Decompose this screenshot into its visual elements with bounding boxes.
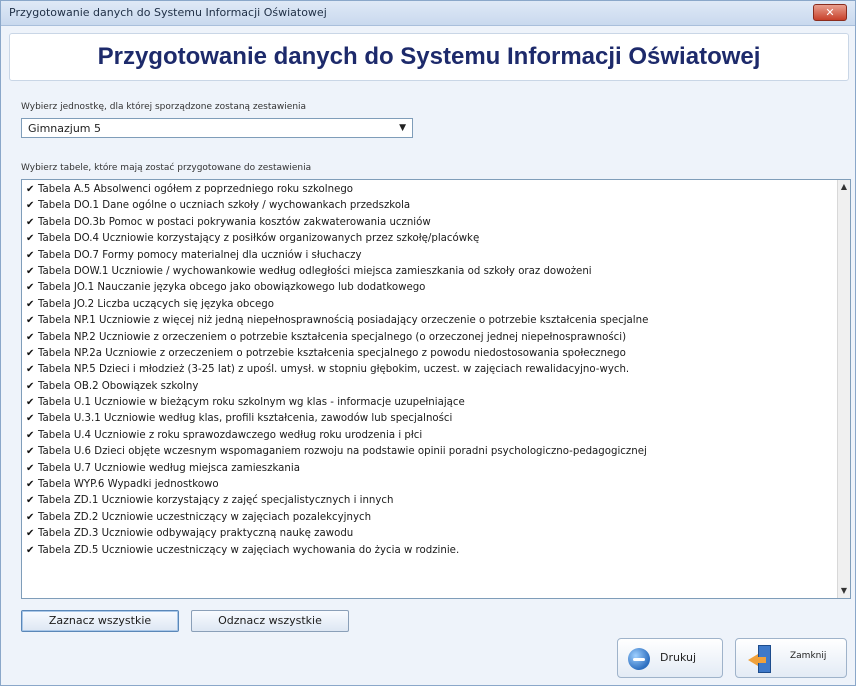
- close-icon: ✕: [825, 6, 835, 19]
- list-item-label: Tabela U.4 Uczniowie z roku sprawozdawcz…: [38, 429, 423, 441]
- deselect-all-button[interactable]: Odznacz wszystkie: [191, 610, 349, 632]
- list-item[interactable]: ✔ Tabela OB.2 Obowiązek szkolny: [26, 379, 832, 395]
- list-scrollbar[interactable]: ▲ ▼: [837, 180, 850, 598]
- list-item-label: Tabela DO.3b Pomoc w postaci pokrywania …: [38, 216, 431, 228]
- checkmark-icon[interactable]: ✔: [26, 330, 38, 346]
- close-button-label: Zamknij: [790, 651, 827, 661]
- list-item[interactable]: ✔ Tabela ZD.2 Uczniowie uczestniczący w z…: [26, 510, 832, 526]
- checkmark-icon[interactable]: ✔: [26, 248, 38, 264]
- checkmark-icon[interactable]: ✔: [26, 395, 38, 411]
- list-item-label: Tabela NP.1 Uczniowie z więcej niż jedną…: [38, 315, 649, 327]
- list-item-label: Tabela DO.1 Dane ogólne o uczniach szkoł…: [38, 200, 411, 212]
- checkmark-icon[interactable]: ✔: [26, 477, 38, 493]
- list-item[interactable]: ✔ Tabela U.1 Uczniowie w bieżącym roku sz…: [26, 395, 832, 411]
- print-button-label: Drukuj: [660, 651, 697, 664]
- list-item[interactable]: ✔ Tabela A.5 Absolwenci ogółem z poprzedn…: [26, 182, 832, 198]
- list-item-label: Tabela JO.1 Nauczanie języka obcego jako…: [38, 282, 426, 294]
- list-item[interactable]: ✔ Tabela DO.1 Dane ogólne o uczniach szko…: [26, 198, 832, 214]
- checkmark-icon[interactable]: ✔: [26, 264, 38, 280]
- unit-select-value: Gimnazjum 5: [28, 122, 102, 135]
- list-item[interactable]: ✔ Tabela WYP.6 Wypadki jednostkowo: [26, 477, 832, 493]
- checkmark-icon[interactable]: ✔: [26, 182, 38, 198]
- checkmark-icon[interactable]: ✔: [26, 411, 38, 427]
- close-button[interactable]: Zamknij: [735, 638, 847, 678]
- list-item[interactable]: ✔ Tabela DO.3b Pomoc w postaci pokrywania…: [26, 215, 832, 231]
- checkmark-icon[interactable]: ✔: [26, 280, 38, 296]
- list-item-label: Tabela ZD.2 Uczniowie uczestniczący w za…: [38, 511, 372, 523]
- list-item[interactable]: ✔ Tabela ZD.5 Uczniowie uczestniczący w z…: [26, 543, 832, 559]
- list-item-label: Tabela DO.4 Uczniowie korzystający z pos…: [38, 233, 480, 245]
- checkmark-icon[interactable]: ✔: [26, 231, 38, 247]
- checkmark-icon[interactable]: ✔: [26, 297, 38, 313]
- window-close-button[interactable]: ✕: [813, 4, 847, 21]
- select-all-button[interactable]: Zaznacz wszystkie: [21, 610, 179, 632]
- list-item[interactable]: ✔ Tabela ZD.1 Uczniowie korzystający z za…: [26, 493, 832, 509]
- list-item-label: Tabela NP.2a Uczniowie z orzeczeniem o p…: [38, 347, 626, 359]
- list-item[interactable]: ✔ Tabela U.6 Dzieci objęte wczesnym wspom…: [26, 444, 832, 460]
- scroll-down-icon[interactable]: ▼: [838, 584, 850, 598]
- page-title: Przygotowanie danych do Systemu Informac…: [97, 43, 761, 70]
- list-item[interactable]: ✔ Tabela NP.5 Dzieci i młodzież (3-25 lat…: [26, 362, 832, 378]
- exit-door-icon: [748, 645, 772, 673]
- window-title: Przygotowanie danych do Systemu Informac…: [9, 6, 327, 19]
- list-item-label: Tabela U.1 Uczniowie w bieżącym roku szk…: [38, 397, 465, 409]
- unit-select-label: Wybierz jednostkę, dla której sporządzon…: [21, 102, 307, 112]
- list-item[interactable]: ✔ Tabela DO.4 Uczniowie korzystający z po…: [26, 231, 832, 247]
- list-item[interactable]: ✔ Tabela DO.7 Formy pomocy materialnej dl…: [26, 248, 832, 264]
- list-item-label: Tabela U.6 Dzieci objęte wczesnym wspoma…: [38, 446, 647, 458]
- list-item-label: Tabela U.3.1 Uczniowie według klas, prof…: [38, 413, 453, 425]
- list-item[interactable]: ✔ Tabela DOW.1 Uczniowie / wychowankowie …: [26, 264, 832, 280]
- list-item-label: Tabela U.7 Uczniowie według miejsca zami…: [38, 462, 300, 474]
- chevron-down-icon[interactable]: ▼: [399, 123, 406, 133]
- tables-checklist[interactable]: ✔ Tabela A.5 Absolwenci ogółem z poprzedn…: [21, 179, 851, 599]
- list-item[interactable]: ✔ Tabela NP.2a Uczniowie z orzeczeniem o …: [26, 346, 832, 362]
- checkmark-icon[interactable]: ✔: [26, 510, 38, 526]
- list-item-label: Tabela OB.2 Obowiązek szkolny: [38, 380, 199, 392]
- print-button[interactable]: Drukuj: [617, 638, 723, 678]
- checkmark-icon[interactable]: ✔: [26, 428, 38, 444]
- list-item[interactable]: ✔ Tabela JO.2 Liczba uczących się języka …: [26, 297, 832, 313]
- list-item[interactable]: ✔ Tabela NP.2 Uczniowie z orzeczeniem o p…: [26, 330, 832, 346]
- dialog-window: Przygotowanie danych do Systemu Informac…: [0, 0, 856, 686]
- checkmark-icon[interactable]: ✔: [26, 444, 38, 460]
- list-item[interactable]: ✔ Tabela U.7 Uczniowie według miejsca zam…: [26, 461, 832, 477]
- scroll-up-icon[interactable]: ▲: [838, 180, 850, 194]
- print-globe-icon: [628, 648, 650, 670]
- list-item-label: Tabela ZD.1 Uczniowie korzystający z zaj…: [38, 495, 394, 507]
- list-item-label: Tabela ZD.3 Uczniowie odbywający praktyc…: [38, 528, 354, 540]
- checkmark-icon[interactable]: ✔: [26, 362, 38, 378]
- unit-select-dropdown[interactable]: Gimnazjum 5 ▼: [21, 118, 413, 138]
- checkmark-icon[interactable]: ✔: [26, 215, 38, 231]
- tables-list: ✔ Tabela A.5 Absolwenci ogółem z poprzedn…: [26, 182, 832, 559]
- header-banner: Przygotowanie danych do Systemu Informac…: [9, 33, 849, 81]
- list-item-label: Tabela DOW.1 Uczniowie / wychowankowie w…: [38, 265, 592, 277]
- list-item[interactable]: ✔ Tabela ZD.3 Uczniowie odbywający prakty…: [26, 526, 832, 542]
- title-bar: Przygotowanie danych do Systemu Informac…: [1, 1, 855, 26]
- checkmark-icon[interactable]: ✔: [26, 461, 38, 477]
- checkmark-icon[interactable]: ✔: [26, 346, 38, 362]
- checkmark-icon[interactable]: ✔: [26, 493, 38, 509]
- list-item-label: Tabela DO.7 Formy pomocy materialnej dla…: [38, 249, 362, 261]
- list-item[interactable]: ✔ Tabela U.4 Uczniowie z roku sprawozdawc…: [26, 428, 832, 444]
- list-item-label: Tabela NP.2 Uczniowie z orzeczeniem o po…: [38, 331, 627, 343]
- checkmark-icon[interactable]: ✔: [26, 379, 38, 395]
- tables-label: Wybierz tabele, które mają zostać przygo…: [21, 163, 312, 173]
- list-item-label: Tabela WYP.6 Wypadki jednostkowo: [38, 479, 219, 491]
- list-item-label: Tabela NP.5 Dzieci i młodzież (3-25 lat)…: [38, 364, 630, 376]
- checkmark-icon[interactable]: ✔: [26, 526, 38, 542]
- list-item[interactable]: ✔ Tabela U.3.1 Uczniowie według klas, pro…: [26, 411, 832, 427]
- checkmark-icon[interactable]: ✔: [26, 543, 38, 559]
- checkmark-icon[interactable]: ✔: [26, 313, 38, 329]
- list-item[interactable]: ✔ Tabela JO.1 Nauczanie języka obcego jak…: [26, 280, 832, 296]
- list-item-label: Tabela JO.2 Liczba uczących się języka o…: [38, 298, 274, 310]
- checkmark-icon[interactable]: ✔: [26, 198, 38, 214]
- list-item[interactable]: ✔ Tabela NP.1 Uczniowie z więcej niż jedn…: [26, 313, 832, 329]
- list-item-label: Tabela ZD.5 Uczniowie uczestniczący w za…: [38, 544, 460, 556]
- list-item-label: Tabela A.5 Absolwenci ogółem z poprzedni…: [38, 184, 354, 195]
